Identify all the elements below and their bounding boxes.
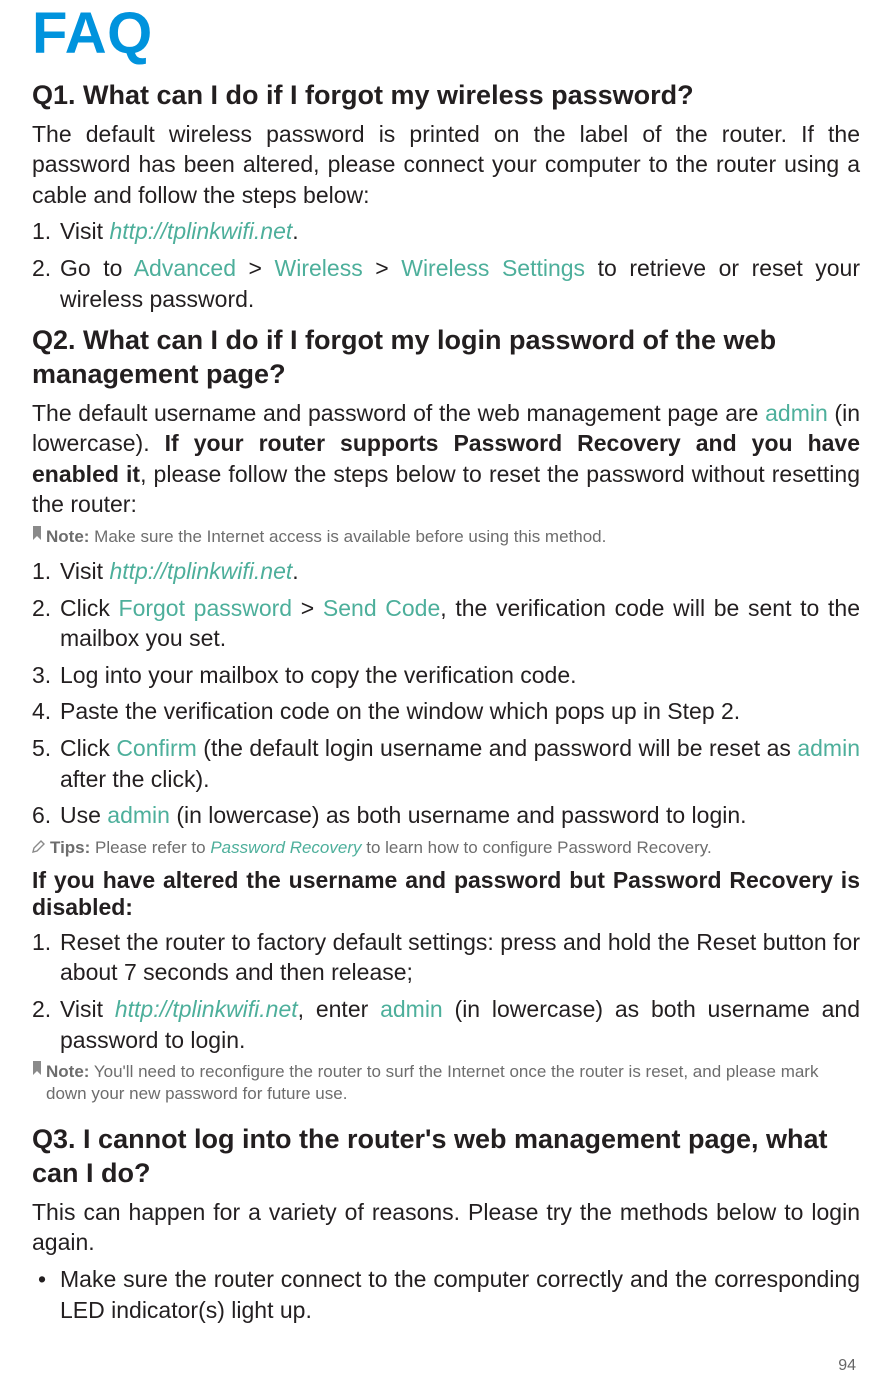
url-link[interactable]: http://tplinkwifi.net bbox=[109, 558, 292, 584]
text: > bbox=[236, 255, 275, 281]
q1-intro: The default wireless password is printed… bbox=[32, 119, 860, 211]
admin-text: admin bbox=[107, 802, 170, 828]
q2b-step-1: 1. Reset the router to factory default s… bbox=[32, 927, 860, 988]
admin-text: admin bbox=[765, 400, 828, 426]
text: , please follow the steps below to reset… bbox=[32, 461, 860, 518]
text: Click bbox=[60, 595, 119, 621]
text: Visit bbox=[60, 558, 109, 584]
list-number: 6. bbox=[32, 800, 51, 831]
q2-step-3: 3. Log into your mailbox to copy the ver… bbox=[32, 660, 860, 691]
admin-text: admin bbox=[380, 996, 443, 1022]
note-body: Make sure the Internet access is availab… bbox=[89, 527, 606, 546]
q2-step-6: 6. Use admin (in lowercase) as both user… bbox=[32, 800, 860, 831]
q2-step-2: 2. Click Forgot password > Send Code, th… bbox=[32, 593, 860, 654]
text: Paste the verification code on the windo… bbox=[60, 698, 740, 724]
text: (in lowercase) as both username and pass… bbox=[170, 802, 747, 828]
text: Go to bbox=[60, 255, 134, 281]
list-number: 5. bbox=[32, 733, 51, 764]
url-link[interactable]: http://tplinkwifi.net bbox=[109, 218, 292, 244]
list-number: 4. bbox=[32, 696, 51, 727]
q3-heading: Q3. I cannot log into the router's web m… bbox=[32, 1123, 860, 1191]
text: (the default login username and password… bbox=[197, 735, 798, 761]
q1-heading: Q1. What can I do if I forgot my wireles… bbox=[32, 79, 860, 113]
nav-link: Wireless bbox=[275, 255, 363, 281]
q3-intro: This can happen for a variety of reasons… bbox=[32, 1197, 860, 1258]
q2-steps: 1. Visit http://tplinkwifi.net. 2. Click… bbox=[32, 556, 860, 831]
q2-steps-2: 1. Reset the router to factory default s… bbox=[32, 927, 860, 1055]
list-number: 1. bbox=[32, 556, 51, 587]
tips-body: to learn how to configure Password Recov… bbox=[362, 838, 712, 857]
text: Make sure the router connect to the comp… bbox=[60, 1266, 860, 1323]
q3-text: I cannot log into the router's web manag… bbox=[32, 1124, 828, 1188]
nav-link: Wireless Settings bbox=[401, 255, 585, 281]
q2-note-2: Note: You'll need to reconfigure the rou… bbox=[32, 1061, 860, 1105]
q1-text: What can I do if I forgot my wireless pa… bbox=[83, 80, 694, 110]
text: Log into your mailbox to copy the verifi… bbox=[60, 662, 577, 688]
text: > bbox=[363, 255, 402, 281]
text: Visit bbox=[60, 996, 115, 1022]
page: FAQ Q1. What can I do if I forgot my wir… bbox=[0, 0, 892, 1393]
tips-link[interactable]: Password Recovery bbox=[210, 838, 361, 857]
text: > bbox=[292, 595, 323, 621]
q2-tips: Tips: Please refer to Password Recovery … bbox=[32, 837, 860, 859]
list-number: 3. bbox=[32, 660, 51, 691]
q3-number: Q3. bbox=[32, 1124, 76, 1154]
text: . bbox=[292, 218, 298, 244]
list-number: 2. bbox=[32, 253, 51, 284]
note-body: You'll need to reconfigure the router to… bbox=[46, 1062, 818, 1103]
text: . bbox=[292, 558, 298, 584]
note-label: Note: bbox=[46, 1062, 89, 1081]
q1-steps: 1. Visit http://tplinkwifi.net. 2. Go to… bbox=[32, 216, 860, 314]
q2-note-1: Note: Make sure the Internet access is a… bbox=[32, 526, 860, 548]
list-number: 1. bbox=[32, 927, 51, 958]
q1-step-1: 1. Visit http://tplinkwifi.net. bbox=[32, 216, 860, 247]
ui-link: Send Code bbox=[323, 595, 440, 621]
note-label: Note: bbox=[46, 527, 89, 546]
q2-heading: Q2. What can I do if I forgot my login p… bbox=[32, 324, 860, 392]
q2-number: Q2. bbox=[32, 325, 76, 355]
list-number: 1. bbox=[32, 216, 51, 247]
q1-number: Q1. bbox=[32, 80, 76, 110]
note-icon bbox=[32, 526, 42, 540]
page-title: FAQ bbox=[32, 0, 860, 67]
tips-icon bbox=[32, 837, 46, 859]
q3-bullet-1: Make sure the router connect to the comp… bbox=[32, 1264, 860, 1325]
q2-subhead: If you have altered the username and pas… bbox=[32, 867, 860, 921]
q2b-step-2: 2. Visit http://tplinkwifi.net, enter ad… bbox=[32, 994, 860, 1055]
q3-bullets: Make sure the router connect to the comp… bbox=[32, 1264, 860, 1325]
q2-text: What can I do if I forgot my login passw… bbox=[32, 325, 776, 389]
text: Use bbox=[60, 802, 107, 828]
ui-link: Confirm bbox=[116, 735, 197, 761]
text: Visit bbox=[60, 218, 109, 244]
q2-step-4: 4. Paste the verification code on the wi… bbox=[32, 696, 860, 727]
admin-text: admin bbox=[797, 735, 860, 761]
nav-link: Advanced bbox=[134, 255, 236, 281]
list-number: 2. bbox=[32, 994, 51, 1025]
q2-step-1: 1. Visit http://tplinkwifi.net. bbox=[32, 556, 860, 587]
q2-step-5: 5. Click Confirm (the default login user… bbox=[32, 733, 860, 794]
q1-step-2: 2. Go to Advanced > Wireless > Wireless … bbox=[32, 253, 860, 314]
q2-intro: The default username and password of the… bbox=[32, 398, 860, 520]
note-icon bbox=[32, 1061, 42, 1075]
page-number: 94 bbox=[838, 1357, 856, 1375]
text: The default username and password of the… bbox=[32, 400, 765, 426]
text: Reset the router to factory default sett… bbox=[60, 929, 860, 986]
url-link[interactable]: http://tplinkwifi.net bbox=[115, 996, 298, 1022]
text: Click bbox=[60, 735, 116, 761]
list-number: 2. bbox=[32, 593, 51, 624]
tips-body: Please refer to bbox=[90, 838, 210, 857]
ui-link: Forgot password bbox=[119, 595, 293, 621]
text: , enter bbox=[298, 996, 380, 1022]
text: after the click). bbox=[60, 766, 210, 792]
tips-label: Tips: bbox=[50, 838, 90, 857]
